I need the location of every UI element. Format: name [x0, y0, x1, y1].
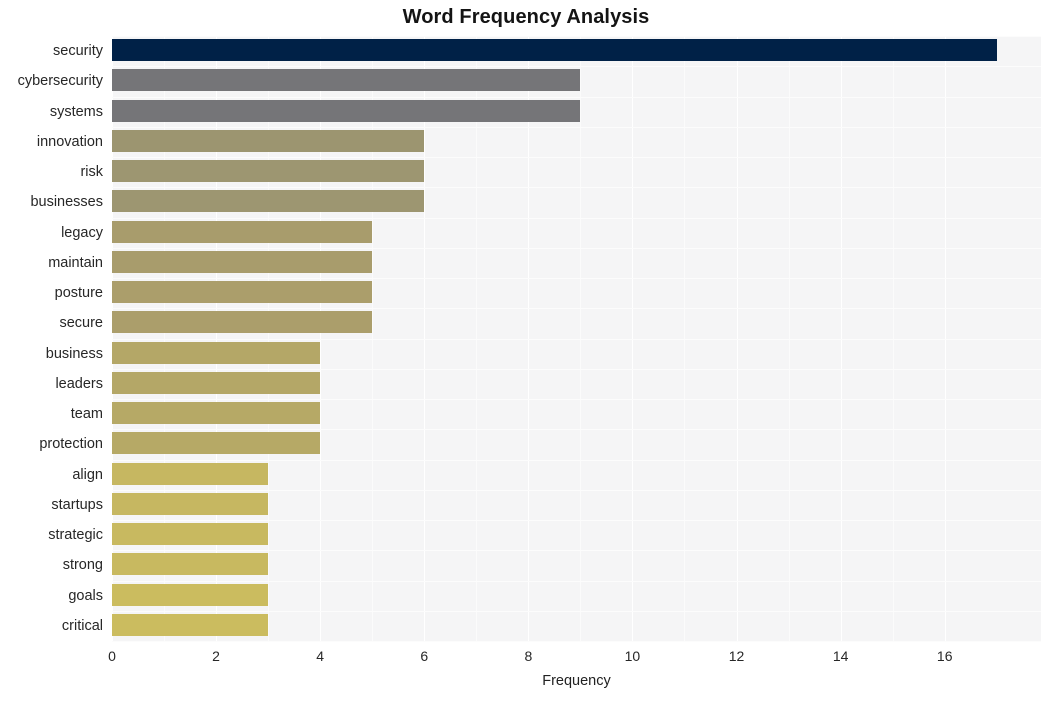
x-tick-label-2: 2	[212, 648, 220, 664]
bar-row	[112, 460, 1041, 488]
y-tick-label-team: team	[70, 406, 103, 423]
bar-legacy	[112, 220, 373, 243]
bar-security	[112, 39, 997, 62]
bar-row	[112, 97, 1041, 125]
bar-row	[112, 36, 1041, 64]
y-tick-label-maintain: maintain	[48, 254, 103, 271]
bar-row	[112, 339, 1041, 367]
y-tick-label-security: security	[53, 43, 103, 60]
y-tick-label-business: business	[45, 345, 103, 362]
bar-row	[112, 127, 1041, 155]
bar-row	[112, 218, 1041, 246]
x-tick-label-14: 14	[832, 648, 849, 664]
x-tick-label-4: 4	[316, 648, 325, 664]
x-tick-label-12: 12	[728, 648, 745, 664]
bar-risk	[112, 160, 425, 183]
y-tick-label-innovation: innovation	[36, 133, 103, 150]
plot-area	[112, 36, 1041, 642]
bar-secure	[112, 311, 373, 334]
y-tick-label-businesses: businesses	[30, 194, 103, 211]
bar-row	[112, 278, 1041, 306]
bar-row	[112, 611, 1041, 639]
bar-row	[112, 429, 1041, 457]
y-tick-label-startups: startups	[51, 496, 103, 513]
bar-protection	[112, 432, 321, 455]
bar-innovation	[112, 129, 425, 152]
bar-cybersecurity	[112, 69, 581, 92]
bar-goals	[112, 583, 269, 606]
x-axis-label: Frequency	[542, 673, 611, 689]
bar-row	[112, 490, 1041, 518]
bar-row	[112, 581, 1041, 609]
y-tick-label-cybersecurity: cybersecurity	[17, 73, 103, 90]
y-axis-tick-labels: security cybersecurity systems innovation ri…	[0, 36, 112, 641]
y-tick-label-align: align	[72, 466, 103, 483]
bar-startups	[112, 492, 269, 515]
bar-business	[112, 341, 321, 364]
x-tick-label-16: 16	[936, 648, 953, 664]
bar-strategic	[112, 523, 269, 546]
chart-title: Word Frequency Analysis	[402, 6, 650, 28]
y-tick-label-protection: protection	[39, 436, 103, 453]
bar-align	[112, 462, 269, 485]
bar-systems	[112, 99, 581, 122]
y-tick-label-strategic: strategic	[48, 527, 103, 544]
bar-posture	[112, 281, 373, 304]
x-axis-tick-labels: 0 2 4 6 8 10 12 14 16	[0, 641, 1052, 671]
y-tick-label-systems: systems	[49, 103, 103, 120]
bar-strong	[112, 553, 269, 576]
y-tick-label-critical: critical	[61, 617, 103, 634]
bar-critical	[112, 613, 269, 636]
bar-row	[112, 369, 1041, 397]
bar-row	[112, 187, 1041, 215]
bar-row	[112, 157, 1041, 185]
bar-row	[112, 399, 1041, 427]
y-tick-label-legacy: legacy	[61, 224, 103, 241]
y-tick-label-risk: risk	[80, 164, 103, 181]
y-tick-label-posture: posture	[54, 285, 103, 302]
y-tick-label-strong: strong	[62, 557, 103, 574]
x-tick-label-8: 8	[524, 648, 533, 664]
y-tick-label-secure: secure	[59, 315, 103, 332]
bar-leaders	[112, 371, 321, 394]
bar-row	[112, 248, 1041, 276]
y-tick-label-goals: goals	[68, 587, 103, 604]
x-tick-label-6: 6	[420, 648, 429, 664]
bar-row	[112, 520, 1041, 548]
bar-businesses	[112, 190, 425, 213]
bar-maintain	[112, 250, 373, 273]
bar-row	[112, 550, 1041, 578]
chart-figure: Word Frequency Analysis security cybersec…	[0, 0, 1052, 701]
bar-team	[112, 402, 321, 425]
y-tick-label-leaders: leaders	[55, 375, 103, 392]
x-tick-label-0: 0	[108, 648, 116, 664]
x-tick-label-10: 10	[624, 648, 641, 664]
bar-row	[112, 66, 1041, 94]
bar-row	[112, 308, 1041, 336]
